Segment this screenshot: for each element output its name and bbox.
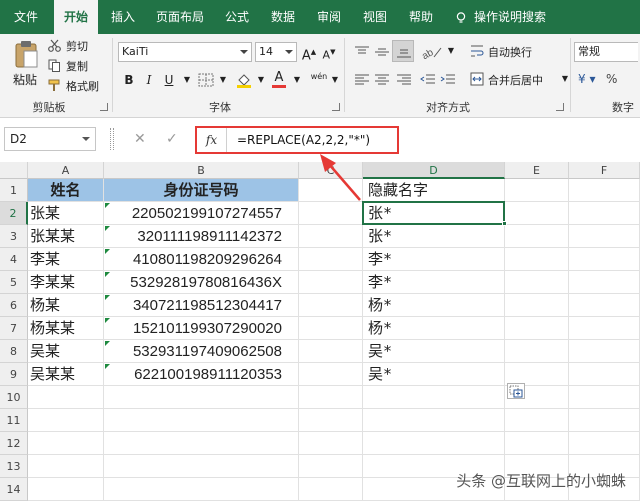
annotation-arrow-icon xyxy=(320,154,361,201)
